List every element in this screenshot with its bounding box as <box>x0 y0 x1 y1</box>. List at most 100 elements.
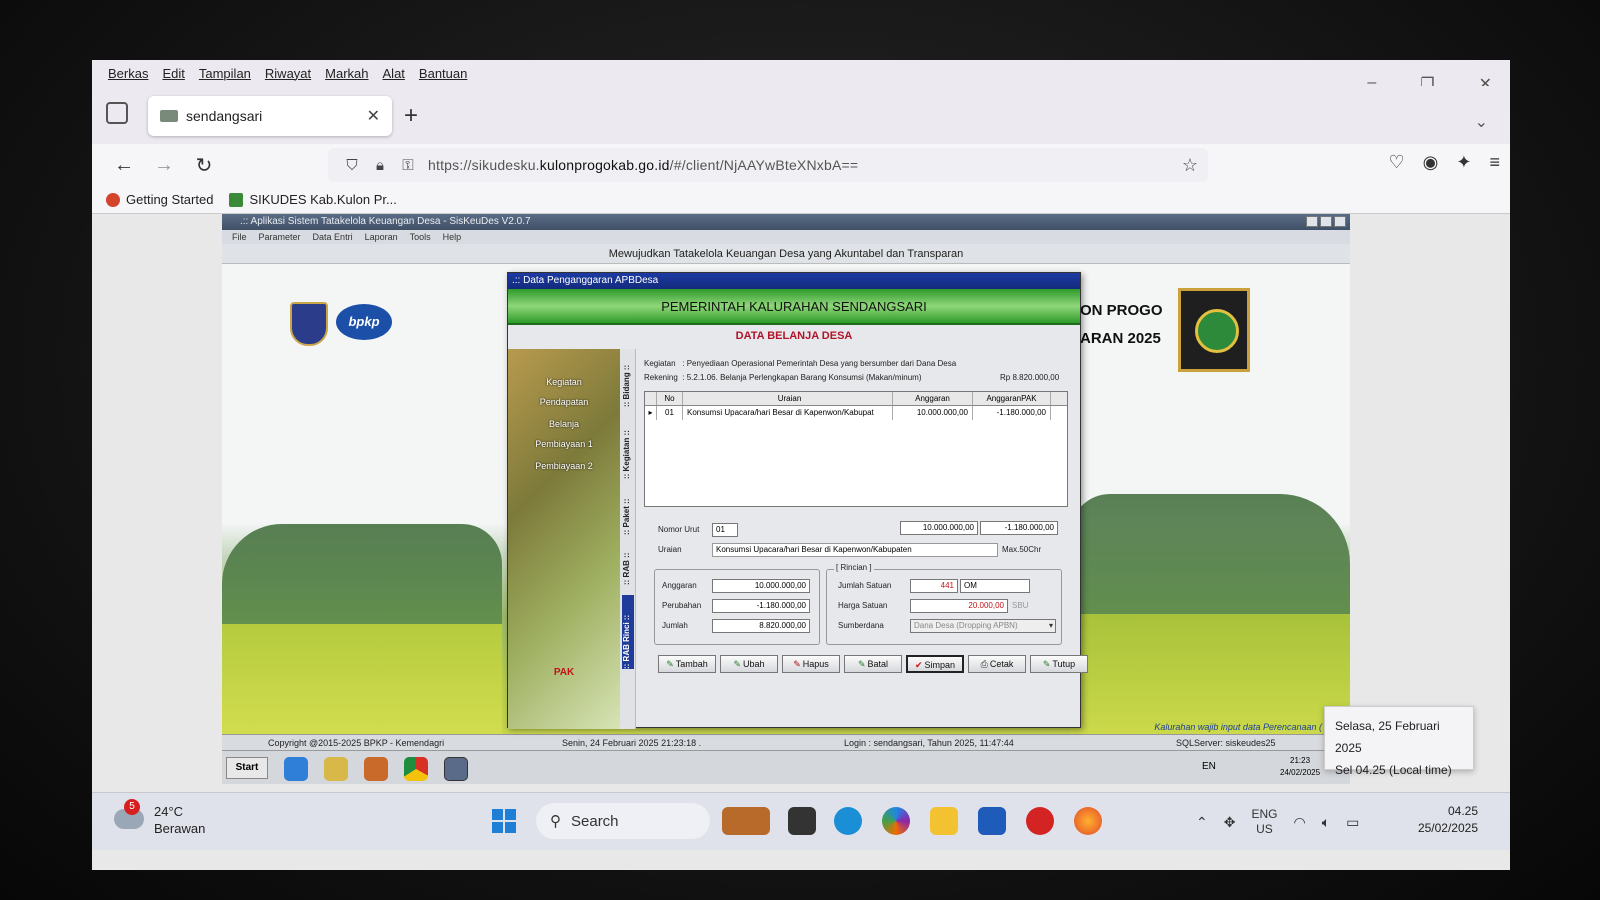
app-menu-file[interactable]: File <box>232 230 247 244</box>
perubahan-label: Perubahan <box>662 601 702 610</box>
app-menu-parameter[interactable]: Parameter <box>259 230 301 244</box>
side-item-pembiayaan-2[interactable]: Pembiayaan 2 <box>508 461 620 471</box>
wifi-icon[interactable]: ◠ <box>1293 814 1305 831</box>
side-item-pendapatan[interactable]: Pendapatan <box>508 397 620 407</box>
task-view-icon[interactable] <box>788 807 816 835</box>
pocket-icon[interactable]: ♡ <box>1389 152 1405 173</box>
chevron-down-icon[interactable]: ▾ <box>1049 620 1053 632</box>
satuan-field[interactable]: OM <box>960 579 1030 593</box>
menu-riwayat[interactable]: Riwayat <box>265 66 311 81</box>
tab-rab-rinci[interactable]: :: RAB Rinci :: <box>622 595 634 669</box>
bookmark-star-icon[interactable]: ☆ <box>1182 155 1198 176</box>
tab-sendangsari[interactable]: sendangsari ✕ <box>148 96 392 136</box>
tab-rab[interactable]: :: RAB :: <box>622 545 634 585</box>
harga-satuan-field[interactable]: 20.000,00 <box>910 599 1008 613</box>
windows-start-icon[interactable] <box>492 809 516 833</box>
wps-office-icon[interactable] <box>1026 807 1054 835</box>
edge-icon[interactable] <box>834 807 862 835</box>
menu-berkas[interactable]: Berkas <box>108 66 148 81</box>
weather-widget[interactable]: 5 24°C Berawan <box>114 799 205 837</box>
chrome-icon[interactable] <box>404 757 428 781</box>
url-bar[interactable]: ⛉ 🔒︎ ⚿ https://sikudesku.kulonprogokab.g… <box>328 148 1208 182</box>
tambah-button[interactable]: ✎ Tambah <box>658 655 716 673</box>
hapus-button[interactable]: ✎ Hapus <box>782 655 840 673</box>
batal-button[interactable]: ✎ Batal <box>844 655 902 673</box>
side-item-belanja[interactable]: Belanja <box>508 419 620 429</box>
col-no[interactable]: No <box>657 392 683 405</box>
tab-close-icon[interactable]: ✕ <box>367 106 380 126</box>
show-hidden-icons-chevron-icon[interactable]: ⌃ <box>1196 814 1208 831</box>
app-minimize-icon[interactable] <box>1306 216 1318 227</box>
media-player-icon[interactable] <box>364 757 388 781</box>
shield-icon[interactable]: ⛉ <box>338 157 366 174</box>
list-all-tabs-chevron-icon[interactable]: ⌄ <box>1475 112 1488 132</box>
reload-icon[interactable]: ↻ <box>184 153 224 178</box>
remote-language[interactable]: EN <box>1202 761 1216 772</box>
col-anggaran-pak[interactable]: AnggaranPAK <box>973 392 1051 405</box>
tutup-button[interactable]: ✎ Tutup <box>1030 655 1088 673</box>
account-icon[interactable]: ◉ <box>1423 152 1439 173</box>
rice-field-left <box>222 624 502 734</box>
dropbox-icon[interactable]: ✥ <box>1224 814 1236 831</box>
col-uraian[interactable]: Uraian <box>683 392 893 405</box>
word-icon[interactable] <box>978 807 1006 835</box>
new-tab-icon[interactable]: + <box>404 102 418 130</box>
siskeudes-icon[interactable] <box>444 757 468 781</box>
tab-bidang[interactable]: :: Bidang :: <box>622 355 634 407</box>
back-icon[interactable]: ← <box>104 154 144 177</box>
anggaran-summary-field[interactable]: 10.000.000,00 <box>900 521 978 535</box>
ubah-button[interactable]: ✎ Ubah <box>720 655 778 673</box>
belanja-grid[interactable]: No Uraian Anggaran AnggaranPAK ▸ 01 Kons… <box>644 391 1068 507</box>
menu-tampilan[interactable]: Tampilan <box>199 66 251 81</box>
app-menu-laporan[interactable]: Laporan <box>365 230 398 244</box>
table-row[interactable]: ▸ 01 Konsumsi Upacara/hari Besar di Kape… <box>645 406 1067 420</box>
app-menu-tools[interactable]: Tools <box>410 230 431 244</box>
key-icon[interactable]: ⚿ <box>394 157 422 174</box>
hamburger-menu-icon[interactable]: ≡ <box>1489 152 1500 173</box>
tab-list-icon[interactable] <box>106 102 128 124</box>
lang-code: ENG <box>1251 807 1278 821</box>
bookmark-getting-started[interactable]: Getting Started <box>106 192 213 207</box>
copilot-icon[interactable] <box>882 807 910 835</box>
app-close-icon[interactable] <box>1334 216 1346 227</box>
jumlah-satuan-field[interactable]: 441 <box>910 579 958 593</box>
battery-icon[interactable]: ▭ <box>1346 814 1359 831</box>
tab-paket[interactable]: :: Paket :: <box>622 491 634 535</box>
firefox-taskbar-icon[interactable] <box>1074 807 1102 835</box>
input-language[interactable]: ENG US <box>1251 807 1277 837</box>
lock-icon[interactable]: 🔒︎ <box>366 157 394 174</box>
pak-summary-field[interactable]: -1.180.000,00 <box>980 521 1058 535</box>
bookmark-sikudes[interactable]: SIKUDES Kab.Kulon Pr... <box>229 192 397 207</box>
explorer-icon[interactable] <box>324 757 348 781</box>
menu-markah[interactable]: Markah <box>325 66 368 81</box>
side-item-kegiatan[interactable]: Kegiatan <box>508 377 620 387</box>
remote-start-button[interactable]: Start <box>226 757 268 779</box>
file-explorer-icon[interactable] <box>930 807 958 835</box>
pak-label[interactable]: PAK <box>508 667 620 678</box>
volume-icon[interactable]: 🔈︎ <box>1322 814 1330 831</box>
extensions-icon[interactable]: ✦ <box>1456 152 1471 173</box>
app-menu-data-entri[interactable]: Data Entri <box>313 230 353 244</box>
tab-kegiatan[interactable]: :: Kegiatan :: <box>622 419 634 479</box>
uraian-field[interactable]: Konsumsi Upacara/hari Besar di Kapenwon/… <box>712 543 998 557</box>
menu-bantuan[interactable]: Bantuan <box>419 66 467 81</box>
app-maximize-icon[interactable] <box>1320 216 1332 227</box>
ie-icon[interactable] <box>284 757 308 781</box>
side-item-pembiayaan-1[interactable]: Pembiayaan 1 <box>508 439 620 449</box>
remote-desktop[interactable]: .:: Aplikasi Sistem Tatakelola Keuangan … <box>222 214 1350 784</box>
search-highlight-icon[interactable] <box>722 807 770 835</box>
sumberdana-select[interactable]: Dana Desa (Dropping APBN) ▾ <box>910 619 1056 633</box>
simpan-button[interactable]: ✔ Simpan <box>906 655 964 673</box>
anggaran-field[interactable]: 10.000.000,00 <box>712 579 810 593</box>
jumlah-field[interactable]: 8.820.000,00 <box>712 619 810 633</box>
col-anggaran[interactable]: Anggaran <box>893 392 973 405</box>
host-clock[interactable]: 04.25 25/02/2025 <box>1398 803 1478 837</box>
menu-alat[interactable]: Alat <box>383 66 405 81</box>
menu-edit[interactable]: Edit <box>162 66 184 81</box>
forward-icon[interactable]: → <box>144 154 184 177</box>
perubahan-field[interactable]: -1.180.000,00 <box>712 599 810 613</box>
nomor-urut-field[interactable]: 01 <box>712 523 738 537</box>
cetak-button[interactable]: ⎙ Cetak <box>968 655 1026 673</box>
taskbar-search[interactable]: ⚲ Search <box>536 803 710 839</box>
app-menu-help[interactable]: Help <box>443 230 462 244</box>
